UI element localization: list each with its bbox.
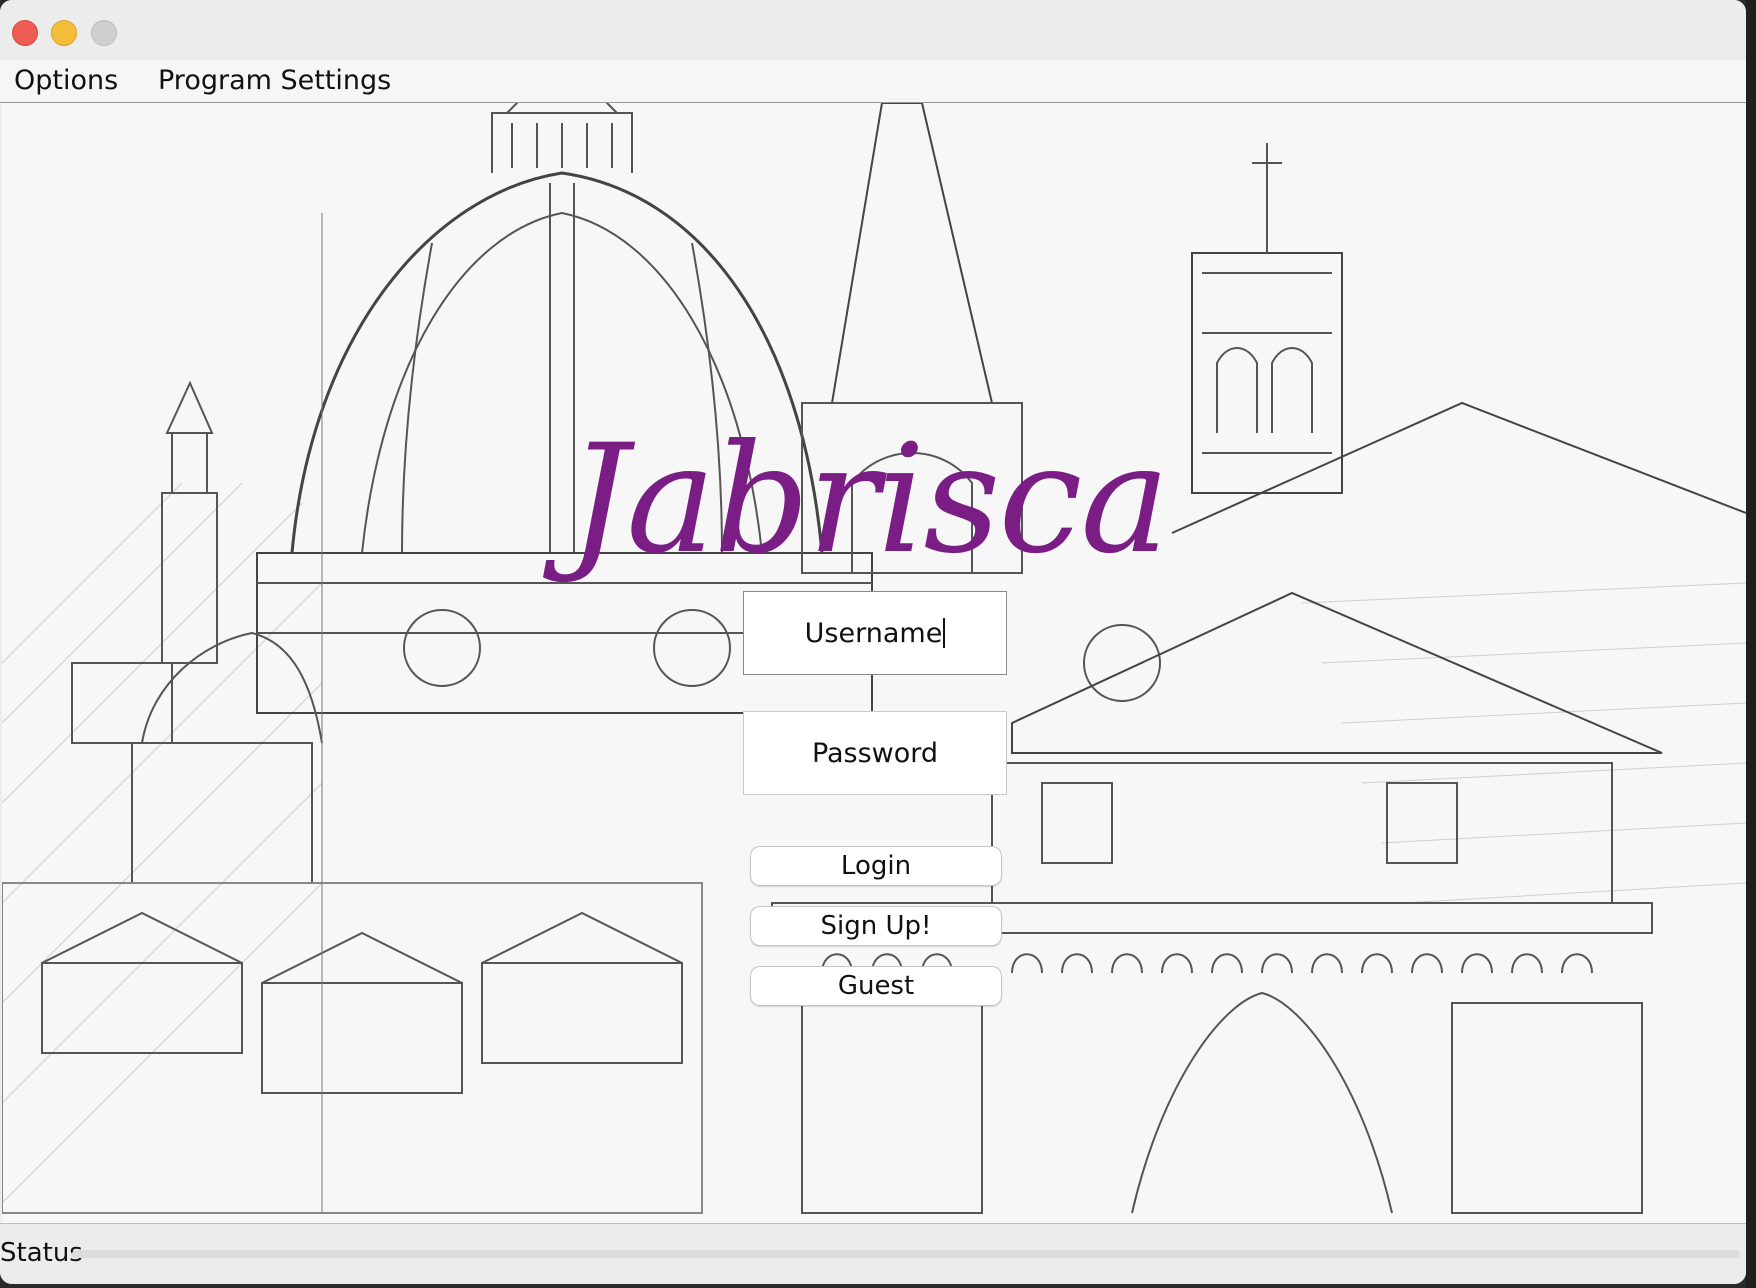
username-value: Username bbox=[804, 617, 943, 649]
close-icon[interactable] bbox=[12, 20, 38, 46]
text-caret bbox=[943, 618, 946, 648]
login-button[interactable]: Login bbox=[750, 846, 1002, 886]
menu-bar: Options Program Settings bbox=[0, 60, 1746, 103]
menu-program-settings[interactable]: Program Settings bbox=[158, 65, 391, 96]
brand-logo: Jabrisca bbox=[568, 413, 1170, 587]
status-progress-track bbox=[72, 1250, 1740, 1258]
password-field[interactable]: Password bbox=[743, 711, 1007, 795]
sign-up-button[interactable]: Sign Up! bbox=[750, 906, 1002, 946]
app-window: Options Program Settings Jabrisca Userna… bbox=[0, 0, 1746, 1284]
minimize-icon[interactable] bbox=[51, 20, 77, 46]
login-panel: Jabrisca Username Password Login Sign Up… bbox=[2, 103, 1746, 1223]
menu-options[interactable]: Options bbox=[14, 65, 118, 96]
guest-button[interactable]: Guest bbox=[750, 966, 1002, 1006]
desktop-edge bbox=[1746, 0, 1756, 1288]
zoom-icon[interactable] bbox=[91, 20, 117, 46]
status-label: Status bbox=[0, 1238, 83, 1268]
password-value: Password bbox=[811, 737, 939, 769]
username-field[interactable]: Username bbox=[743, 591, 1007, 675]
status-bar: Status bbox=[0, 1223, 1746, 1284]
title-bar[interactable] bbox=[0, 0, 1746, 61]
